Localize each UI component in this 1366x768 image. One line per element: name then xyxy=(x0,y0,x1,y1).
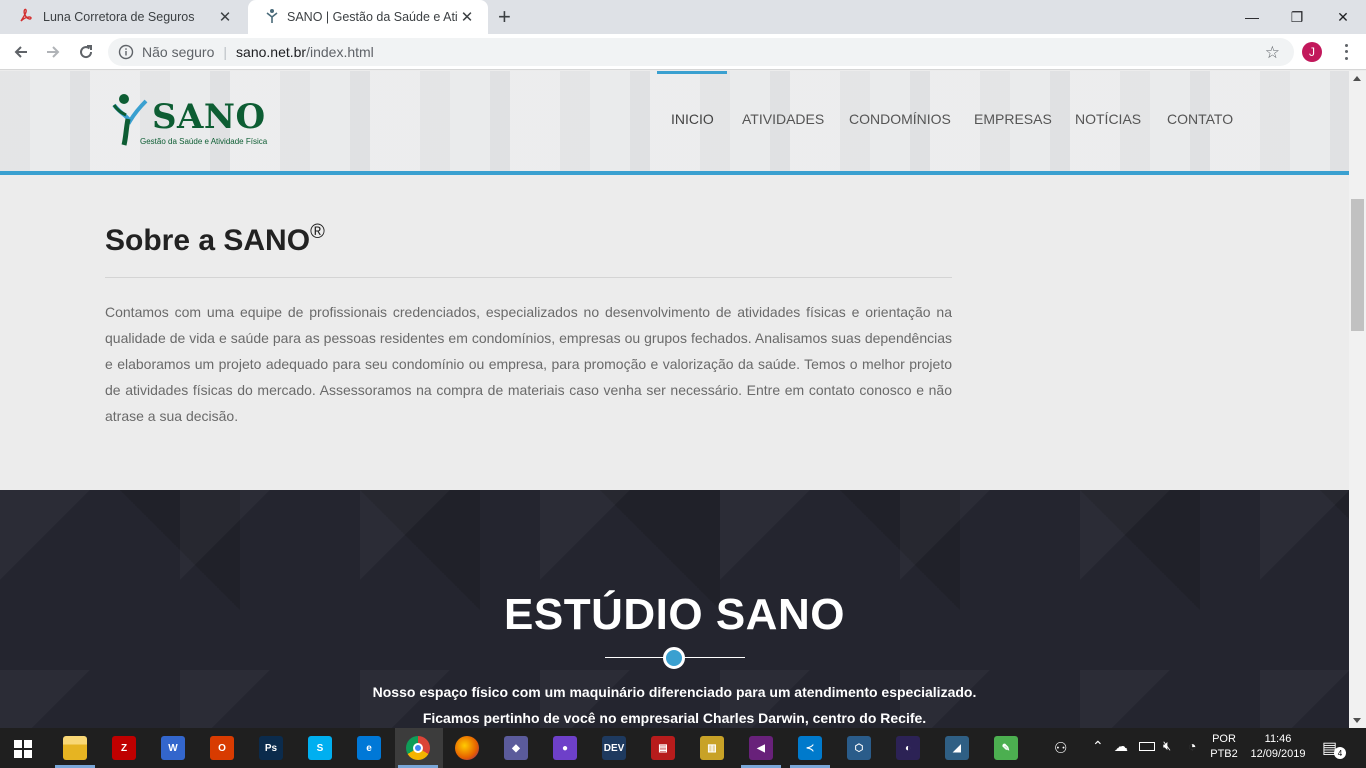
close-tab-icon[interactable]: ✕ xyxy=(216,8,234,26)
info-icon xyxy=(118,44,134,60)
start-button[interactable] xyxy=(14,740,32,758)
sobre-heading-text: Sobre a SANO xyxy=(105,224,311,257)
input-language[interactable]: POR PTB2 xyxy=(1206,732,1242,762)
nav-noticias[interactable]: NOTÍCIAS xyxy=(1075,111,1141,131)
menu-kebab-icon[interactable] xyxy=(1338,42,1354,62)
virtualbox-icon[interactable]: ⬡ xyxy=(847,736,871,760)
acrobat-icon xyxy=(18,8,34,27)
wifi-icon[interactable]: ◔ xyxy=(1188,738,1196,754)
sobre-heading: Sobre a SANO® xyxy=(105,221,325,258)
heidisql-icon[interactable]: ▤ xyxy=(651,736,675,760)
estudio-line-1: Nosso espaço físico com um maquinário di… xyxy=(372,684,977,700)
new-tab-button[interactable]: + xyxy=(498,4,511,30)
sano-logo[interactable]: SANO Gestão da Saúde e Atividade Física xyxy=(112,91,282,151)
scroll-up-arrow-icon[interactable] xyxy=(1353,76,1361,81)
minimize-button[interactable]: — xyxy=(1229,0,1275,34)
visual-studio-icon[interactable]: ◀ xyxy=(749,736,773,760)
nav-empresas[interactable]: EMPRESAS xyxy=(974,111,1052,131)
git-icon[interactable]: ◆ xyxy=(504,736,528,760)
system-clock[interactable]: 11:46 12/09/2019 xyxy=(1246,732,1310,762)
estudio-heading: ESTÚDIO SANO xyxy=(504,590,845,639)
photoshop-icon[interactable]: Ps xyxy=(259,736,283,760)
reload-button[interactable] xyxy=(74,40,98,64)
forward-button[interactable] xyxy=(41,40,65,64)
github-desktop-icon[interactable]: ● xyxy=(553,736,577,760)
notification-count-badge: 4 xyxy=(1334,747,1346,759)
nav-inicio[interactable]: INICIO xyxy=(671,111,714,131)
close-tab-icon[interactable]: ✕ xyxy=(458,8,476,26)
people-icon[interactable]: ⚇ xyxy=(1054,739,1067,757)
tab-luna[interactable]: Luna Corretora de Seguros ✕ xyxy=(0,0,246,34)
browser-toolbar: Não seguro | sano.net.br/index.html ☆ J xyxy=(0,34,1366,70)
tab-title: SANO | Gestão da Saúde e Ativid xyxy=(287,10,458,24)
edge-icon[interactable]: e xyxy=(357,736,381,760)
nav-contato[interactable]: CONTATO xyxy=(1167,111,1233,131)
close-window-button[interactable]: ✕ xyxy=(1320,0,1366,34)
bookmark-star-icon[interactable]: ☆ xyxy=(1265,43,1280,63)
mysql-workbench-icon[interactable]: ◢ xyxy=(945,736,969,760)
nav-atividades[interactable]: ATIVIDADES xyxy=(742,111,824,131)
tab-sano[interactable]: SANO | Gestão da Saúde e Ativid ✕ xyxy=(248,0,488,34)
clock-date: 12/09/2019 xyxy=(1250,748,1306,760)
firefox-icon[interactable] xyxy=(455,736,479,760)
skype-icon[interactable]: S xyxy=(308,736,332,760)
eclipse-icon[interactable]: ◐ xyxy=(896,736,920,760)
nav-active-indicator xyxy=(657,71,727,74)
header-accent-line xyxy=(0,171,1349,175)
back-button[interactable] xyxy=(9,40,33,64)
reload-icon xyxy=(80,45,93,59)
onedrive-icon[interactable]: ☁ xyxy=(1114,738,1128,755)
battery-icon[interactable] xyxy=(1139,742,1155,751)
windows-taskbar: Z W O Ps Se ◆ ● DEV ▤ ▥ ◀ ≺ ⬡ ◐ ◢ ✎ ⚇ ⌃ ☁ 🔇︎ ◔ POR PTB2… xyxy=(0,728,1366,768)
clock-time: 11:46 xyxy=(1264,733,1292,745)
estudio-description: Nosso espaço físico com um maquinário di… xyxy=(0,679,1349,728)
estudio-divider-dot xyxy=(663,647,685,669)
db-tool-icon[interactable]: ▥ xyxy=(700,736,724,760)
page-viewport: SANO Gestão da Saúde e Atividade Física … xyxy=(0,71,1349,728)
wps-icon[interactable]: W xyxy=(161,736,185,760)
address-separator: | xyxy=(223,44,228,60)
office-icon[interactable]: O xyxy=(210,736,234,760)
tray-chevron-icon[interactable]: ⌃ xyxy=(1092,738,1104,755)
restore-button[interactable]: ❐ xyxy=(1274,0,1320,34)
vscode-icon[interactable]: ≺ xyxy=(798,736,822,760)
registered-mark: ® xyxy=(310,221,325,243)
url-host: sano.net.br xyxy=(236,44,307,60)
sobre-paragraph: Contamos com uma equipe de profissionais… xyxy=(105,304,952,424)
notepad-icon[interactable]: ✎ xyxy=(994,736,1018,760)
logo-wordmark: SANO xyxy=(152,97,266,137)
sobre-divider xyxy=(105,277,952,278)
keyboard-layout: PTB2 xyxy=(1210,748,1238,760)
profile-avatar[interactable]: J xyxy=(1302,42,1322,62)
devpaste-icon[interactable]: DEV xyxy=(602,736,626,760)
address-bar[interactable]: Não seguro | sano.net.br/index.html ☆ xyxy=(108,38,1294,66)
windows-logo-icon xyxy=(14,740,32,758)
forward-arrow-icon xyxy=(47,46,60,58)
tab-strip: Luna Corretora de Seguros ✕ SANO | Gestã… xyxy=(0,0,1366,34)
page-scrollbar[interactable] xyxy=(1349,71,1366,728)
logo-tagline: Gestão da Saúde e Atividade Física xyxy=(140,137,268,146)
estudio-line-2: Ficamos pertinho de você no empresarial … xyxy=(422,710,927,726)
back-arrow-icon xyxy=(14,46,27,58)
site-header: SANO Gestão da Saúde e Atividade Física … xyxy=(0,71,1349,171)
nav-condominios[interactable]: CONDOMÍNIOS xyxy=(849,111,951,131)
estudio-section: ESTÚDIO SANO Nosso espaço físico com um … xyxy=(0,490,1349,728)
url-path: /index.html xyxy=(306,44,374,60)
filezilla-icon[interactable]: Z xyxy=(112,736,136,760)
chrome-icon[interactable] xyxy=(406,736,430,760)
tab-title: Luna Corretora de Seguros xyxy=(43,10,195,24)
volume-muted-icon[interactable]: 🔇︎ xyxy=(1163,738,1171,754)
scroll-down-arrow-icon[interactable] xyxy=(1353,718,1361,723)
language-code: POR xyxy=(1212,733,1236,745)
sano-favicon xyxy=(266,8,278,27)
security-label: Não seguro xyxy=(142,44,215,60)
scrollbar-thumb[interactable] xyxy=(1351,199,1364,331)
file-explorer-icon[interactable] xyxy=(63,736,87,760)
